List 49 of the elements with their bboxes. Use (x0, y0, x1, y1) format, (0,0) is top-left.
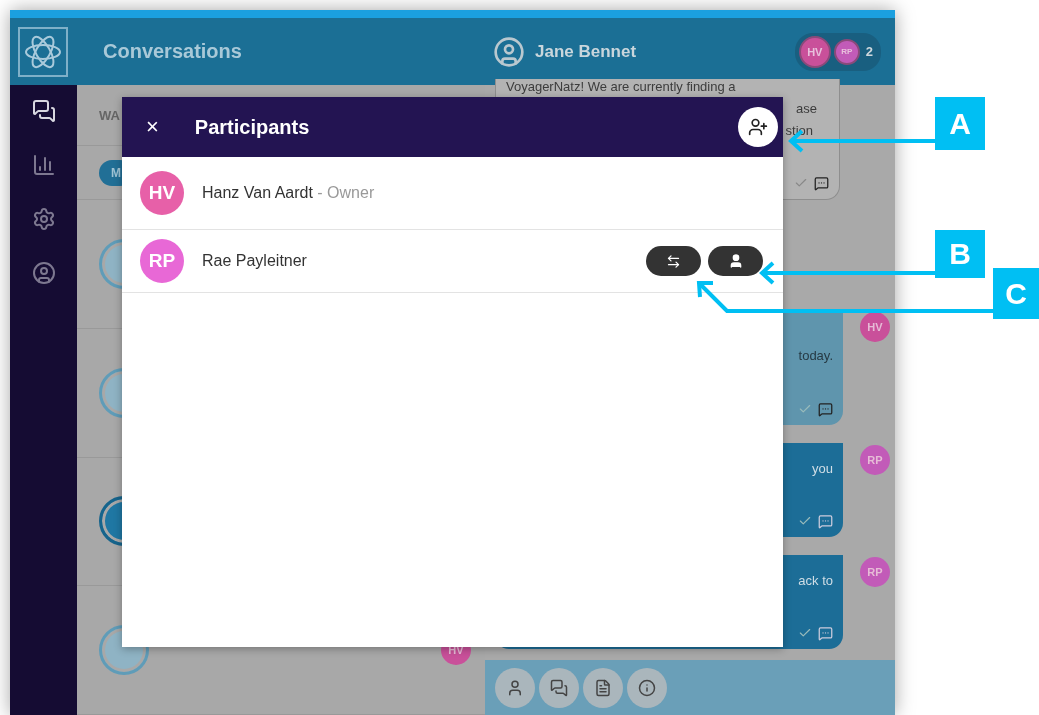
user-icon[interactable] (31, 261, 56, 285)
transfer-button[interactable] (646, 246, 701, 276)
callout-label: C (993, 268, 1039, 319)
add-user-icon (748, 117, 768, 137)
notes-button[interactable] (583, 667, 623, 708)
info-button[interactable] (627, 667, 667, 708)
participant-name: Hanz Van Aardt - Owner (202, 184, 376, 202)
check-icon (798, 514, 812, 528)
callout-label: B (935, 230, 985, 278)
person-button[interactable] (495, 667, 535, 708)
comment-icon[interactable] (814, 176, 829, 191)
remove-participant-button[interactable] (708, 246, 763, 276)
chat-icon[interactable] (31, 99, 56, 123)
info-icon (638, 678, 656, 697)
close-button[interactable]: × (140, 114, 165, 140)
message-text: ase (796, 101, 818, 116)
list-header: WA (99, 107, 120, 123)
check-icon (798, 626, 812, 640)
chat-button[interactable] (539, 667, 579, 708)
participant-name: Rae Payleitner (202, 252, 308, 270)
document-icon (594, 678, 612, 697)
bar-chart-icon[interactable] (31, 153, 56, 177)
page-title: Conversations (103, 40, 243, 63)
participant-avatar: RP (140, 239, 184, 283)
message-text: you (812, 461, 833, 476)
settings-icon[interactable] (31, 207, 56, 231)
person-icon (506, 678, 524, 697)
dialog-title: Participants (194, 115, 311, 139)
user-name: Jane Bennet (535, 41, 637, 62)
participant-count: 2 (865, 44, 873, 59)
add-participant-button[interactable] (738, 107, 778, 147)
swap-arrows-icon (666, 253, 681, 269)
sender-avatar: RP (860, 557, 890, 587)
check-icon (794, 176, 808, 190)
participant-avatar: RP (833, 38, 860, 65)
message-text: today. (798, 348, 833, 363)
comment-icon[interactable] (818, 402, 833, 417)
sender-avatar: HV (860, 312, 890, 342)
user-avatar-icon (493, 35, 525, 68)
participants-badge[interactable]: HV RP 2 (794, 32, 881, 71)
chat-icon (550, 678, 568, 697)
message-text: VoyagerNatz! We are currently finding a (506, 79, 736, 94)
callout-label: A (935, 97, 985, 150)
participant-avatar: HV (798, 35, 831, 68)
participant-avatar: HV (140, 171, 184, 215)
message-text: ack to (798, 573, 833, 588)
check-icon (798, 402, 812, 416)
sender-avatar: RP (860, 445, 890, 475)
logo-icon (18, 26, 68, 77)
